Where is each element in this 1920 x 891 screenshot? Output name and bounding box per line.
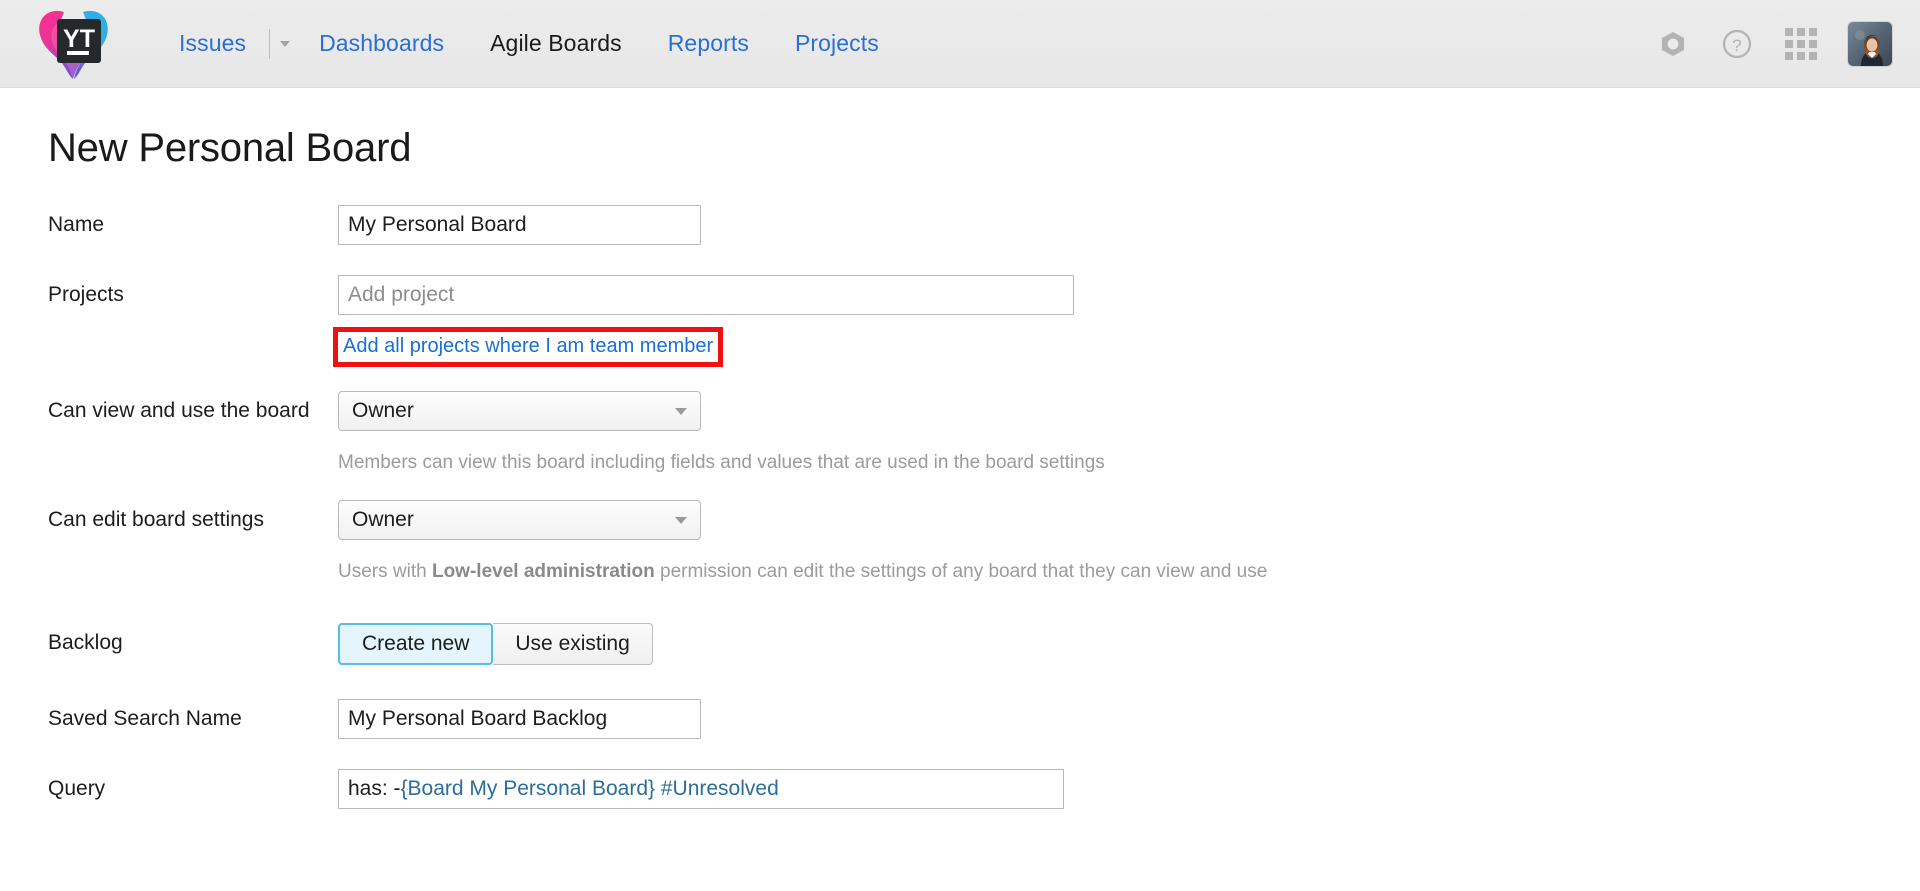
can-view-select-value: Owner [352,399,414,423]
backlog-option-use-existing[interactable]: Use existing [493,623,652,665]
page-content: New Personal Board Name Projects Add all… [0,126,1920,809]
saved-search-label: Saved Search Name [48,699,338,733]
form-row-name: Name [0,205,1920,245]
chevron-down-icon[interactable] [274,29,296,59]
backlog-option-create-new[interactable]: Create new [338,623,493,665]
form-row-projects: Projects Add all projects where I am tea… [0,275,1920,367]
can-edit-select[interactable]: Owner [338,500,701,540]
query-part-3: #Unresolved [661,777,779,800]
saved-search-input[interactable] [338,699,701,739]
can-edit-hint-suffix: permission can edit the settings of any … [655,561,1268,582]
help-question-icon[interactable]: ? [1720,27,1754,61]
query-part-0: has: - [348,777,401,800]
query-label: Query [48,769,338,803]
add-project-input[interactable] [338,275,1074,315]
form-row-query: Query has: -{Board My Personal Board} #U… [0,769,1920,809]
backlog-label: Backlog [48,623,338,657]
can-edit-field-wrap: Owner Users with Low-level administratio… [338,500,1920,585]
can-edit-hint-prefix: Users with [338,561,432,582]
header-actions: ? [1656,0,1892,88]
backlog-toggle-group: Create new Use existing [338,623,653,665]
chevron-down-icon [675,408,687,415]
nav-item-issues[interactable]: Issues [156,30,269,57]
apps-grid-icon[interactable] [1784,27,1818,61]
issues-dropdown-group [269,27,296,61]
user-avatar[interactable] [1848,22,1892,66]
projects-field-wrap: Add all projects where I am team member [338,275,1920,367]
nav-item-dashboards[interactable]: Dashboards [296,30,467,57]
form-row-backlog: Backlog Create new Use existing [0,623,1920,665]
add-all-projects-link[interactable]: Add all projects where I am team member [343,335,713,357]
page-title: New Personal Board [48,126,1920,171]
can-edit-hint: Users with Low-level administration perm… [338,559,1920,585]
backlog-field-wrap: Create new Use existing [338,623,1920,665]
main-navigation: Issues Dashboards Agile Boards Reports P… [156,0,902,87]
youtrack-logo[interactable]: YT [34,5,112,83]
query-part-1: {Board My Personal Board} [401,777,655,800]
name-field-wrap [338,205,1920,245]
nav-separator [269,29,270,59]
svg-text:YT: YT [63,25,95,53]
settings-gear-icon[interactable] [1656,27,1690,61]
nav-item-reports[interactable]: Reports [645,30,772,57]
form-row-can-view: Can view and use the board Owner Members… [0,391,1920,476]
can-view-field-wrap: Owner Members can view this board includ… [338,391,1920,476]
highlight-annotation-box: Add all projects where I am team member [333,327,723,367]
can-view-select[interactable]: Owner [338,391,701,431]
app-header: YT Issues Dashboards Agile Boards Report… [0,0,1920,88]
query-input[interactable]: has: -{Board My Personal Board} #Unresol… [338,769,1064,809]
can-edit-label: Can edit board settings [48,500,338,534]
can-view-label: Can view and use the board [48,391,338,425]
form-row-saved-search: Saved Search Name [0,699,1920,739]
new-board-form: Name Projects Add all projects where I a… [0,205,1920,809]
name-input[interactable] [338,205,701,245]
query-field-wrap: has: -{Board My Personal Board} #Unresol… [338,769,1920,809]
can-edit-select-value: Owner [352,508,414,532]
saved-search-field-wrap [338,699,1920,739]
svg-text:?: ? [1732,36,1741,55]
form-row-can-edit: Can edit board settings Owner Users with… [0,500,1920,585]
nav-item-projects[interactable]: Projects [772,30,902,57]
can-edit-hint-bold: Low-level administration [432,561,655,582]
name-label: Name [48,205,338,239]
projects-label: Projects [48,275,338,309]
nav-item-agile-boards[interactable]: Agile Boards [467,30,645,57]
query-text: has: -{Board My Personal Board} #Unresol… [348,777,779,800]
can-view-hint: Members can view this board including fi… [338,450,1920,476]
chevron-down-icon [675,517,687,524]
